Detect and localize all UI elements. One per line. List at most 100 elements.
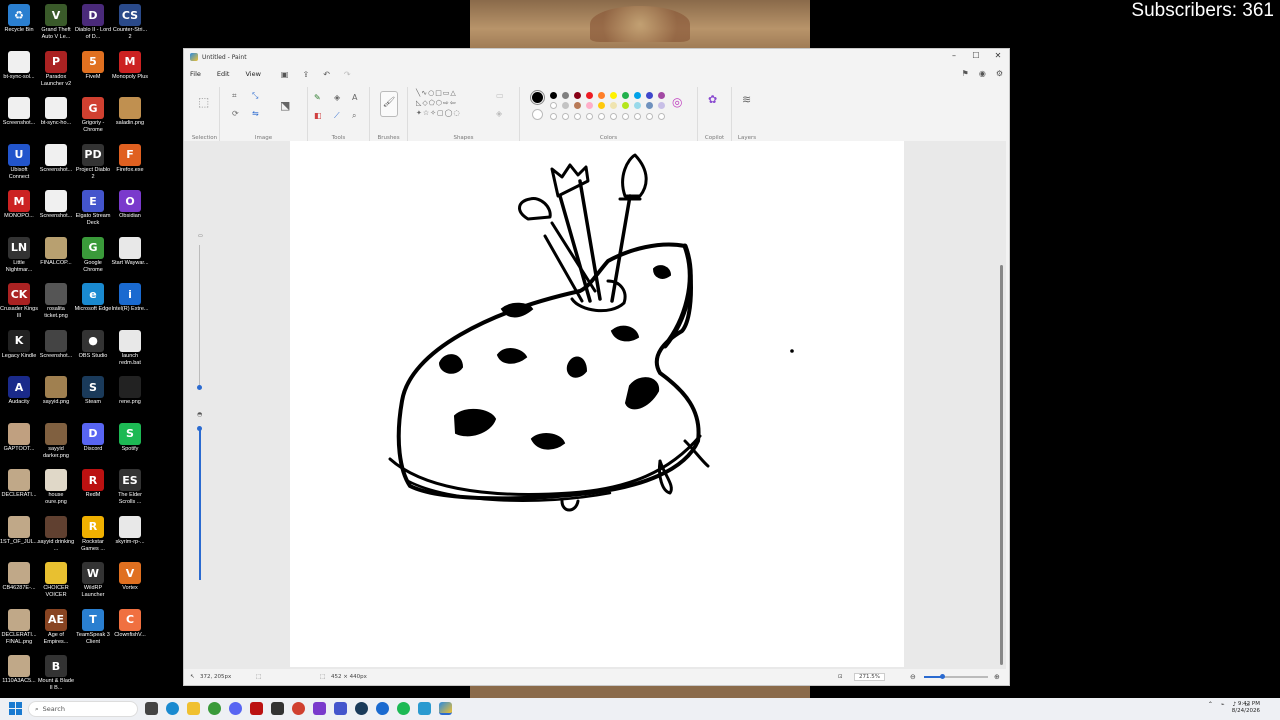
redm-taskbar-icon[interactable] (250, 702, 263, 715)
spotify-taskbar-icon[interactable] (397, 702, 410, 715)
desktop-icon[interactable]: CS Counter-Stri... 2 (111, 0, 149, 42)
taskbar-search[interactable]: ⌕ Search (28, 701, 138, 717)
desktop-icon[interactable]: R RedM (74, 465, 112, 507)
tray-overflow-icon[interactable]: ⌃ (1208, 701, 1213, 708)
crop-icon[interactable]: ⌗ (232, 91, 237, 101)
desktop-icon[interactable]: A Audacity (0, 372, 38, 414)
save-icon[interactable]: ▣ (281, 70, 289, 79)
color-swatch[interactable] (658, 102, 665, 109)
color-swatch[interactable] (562, 92, 569, 99)
windows-start-icon[interactable] (9, 702, 22, 715)
desktop-icon[interactable]: S Spotify (111, 419, 149, 461)
vertical-scrollbar[interactable] (1000, 141, 1004, 667)
chrome-profile-taskbar-icon[interactable] (292, 702, 305, 715)
desktop-icon[interactable]: e Microsoft Edge (74, 279, 112, 321)
desktop-icon[interactable]: U Ubisoft Connect (0, 140, 38, 182)
edge-taskbar-icon[interactable] (166, 702, 179, 715)
share-icon[interactable]: ⇪ (302, 70, 309, 79)
redo-icon[interactable]: ↷ (344, 70, 351, 79)
desktop-icon[interactable]: FINALCOP... (37, 233, 75, 275)
desktop-icon[interactable]: R Rockstar Games ... (74, 512, 112, 554)
desktop-icon[interactable]: CHOICER VOICER (37, 558, 75, 600)
color-swatch[interactable] (658, 92, 665, 99)
desktop-icon[interactable]: ES The Elder Scrolls ... (111, 465, 149, 507)
desktop-icon[interactable]: CB46287E-... (0, 558, 38, 600)
desktop-icon[interactable]: S Steam (74, 372, 112, 414)
settings-icon[interactable]: ⚙ (996, 69, 1003, 78)
color-swatch[interactable] (622, 92, 629, 99)
desktop-icon[interactable]: C ClownfishV... (111, 605, 149, 647)
color-swatch[interactable] (646, 92, 653, 99)
desktop-icon[interactable]: K Legacy Kindle (0, 326, 38, 368)
close-button[interactable]: ✕ (987, 49, 1009, 63)
color-picker-icon[interactable]: ⟋ (334, 111, 340, 121)
desktop-icon[interactable]: LN Little Nightmar... (0, 233, 38, 275)
desktop-icon[interactable]: i Intel(R) Extre... (111, 279, 149, 321)
stream-deck-taskbar-icon[interactable] (334, 702, 347, 715)
desktop-icon[interactable]: D Discord (74, 419, 112, 461)
color-swatch[interactable] (610, 102, 617, 109)
discord-taskbar-icon[interactable] (229, 702, 242, 715)
desktop-icon[interactable]: E Elgato Stream Deck (74, 186, 112, 228)
desktop-icon[interactable]: Screenshot... (37, 186, 75, 228)
desktop-icon[interactable]: D Diablo II - Lord of D... (74, 0, 112, 42)
custom-color-slot[interactable] (586, 113, 593, 120)
desktop-icon[interactable]: Start Waywar... (111, 233, 149, 275)
image-tool-icon[interactable]: ⬔ (280, 99, 290, 112)
desktop-icon[interactable]: PD Project Diablo 2 (74, 140, 112, 182)
desktop-icon[interactable]: 5 FiveM (74, 47, 112, 89)
fill-icon[interactable]: ◈ (334, 93, 340, 102)
brush-size-slider[interactable]: ▭ ◓ (196, 233, 204, 583)
desktop-icon[interactable]: P Paradox Launcher v2 (37, 47, 75, 89)
shapes-row1-icons[interactable]: ╲∿○□▭△ (416, 89, 457, 97)
file-explorer-taskbar-icon[interactable] (187, 702, 200, 715)
brush-icon[interactable]: 🖌 (380, 91, 398, 117)
color-swatch[interactable] (586, 92, 593, 99)
desktop-icon[interactable]: launch redm.bat (111, 326, 149, 368)
desktop-icon[interactable]: F Firefox.exe (111, 140, 149, 182)
desktop-icon[interactable]: B Mount & Blade II B... (37, 651, 75, 693)
desktop-icon[interactable]: bt-sync-ho... (37, 93, 75, 135)
secondary-color-swatch[interactable] (532, 109, 543, 120)
desktop-icon[interactable]: sayyid drinking ... (37, 512, 75, 554)
account-icon[interactable]: ◉ (979, 69, 986, 78)
shapes-row3-icons[interactable]: ✦☆✧▢◯◌ (416, 109, 461, 117)
color-swatch[interactable] (574, 92, 581, 99)
desktop-icon[interactable]: CK Crusader Kings III (0, 279, 38, 321)
custom-color-slot[interactable] (622, 113, 629, 120)
minimize-button[interactable]: – (943, 49, 965, 63)
zoom-level[interactable]: 271.5% (854, 673, 885, 681)
color-swatch[interactable] (622, 102, 629, 109)
desktop-icon[interactable]: skyrim-rp-... (111, 512, 149, 554)
color-swatch[interactable] (562, 102, 569, 109)
desktop-icon[interactable]: 1110A3AC5... (0, 651, 38, 693)
color-swatch[interactable] (574, 102, 581, 109)
desktop-icon[interactable]: Screenshot... (0, 93, 38, 135)
custom-color-slot[interactable] (610, 113, 617, 120)
desktop-icon[interactable]: M MONOPO... (0, 186, 38, 228)
obs-taskbar-icon[interactable] (271, 702, 284, 715)
app-taskbar-icon[interactable] (376, 702, 389, 715)
desktop-icon[interactable]: house oure.png (37, 465, 75, 507)
menu-edit[interactable]: Edit (217, 70, 230, 78)
rotate-icon[interactable]: ⟳ (232, 109, 239, 118)
flip-icon[interactable]: ⇋ (252, 109, 259, 118)
desktop-icon[interactable]: T TeamSpeak 3 Client (74, 605, 112, 647)
chrome-taskbar-icon[interactable] (208, 702, 221, 715)
desktop-icon[interactable]: ♻ Recycle Bin (0, 0, 38, 42)
network-icon[interactable]: ⌁ (1221, 701, 1225, 708)
primary-color-swatch[interactable] (530, 90, 545, 105)
desktop-icon[interactable]: G Google Chrome (74, 233, 112, 275)
undo-icon[interactable]: ↶ (323, 70, 330, 79)
task-view-icon[interactable] (145, 702, 158, 715)
steam-taskbar-icon[interactable] (355, 702, 368, 715)
color-swatch[interactable] (646, 102, 653, 109)
layers-icon[interactable]: ≋ (742, 93, 751, 106)
menu-view[interactable]: View (245, 70, 260, 78)
paint-taskbar-icon[interactable] (439, 702, 452, 715)
clock[interactable]: 9:42 PM 8/24/2026 (1232, 701, 1260, 715)
desktop-icon[interactable]: sayyid darker.png (37, 419, 75, 461)
feedback-icon[interactable]: ⚑ (962, 69, 969, 78)
desktop-icon[interactable]: O Obsidian (111, 186, 149, 228)
shapes-row2-icons[interactable]: ◺◇⬠⬡⇨⇦ (416, 99, 457, 107)
